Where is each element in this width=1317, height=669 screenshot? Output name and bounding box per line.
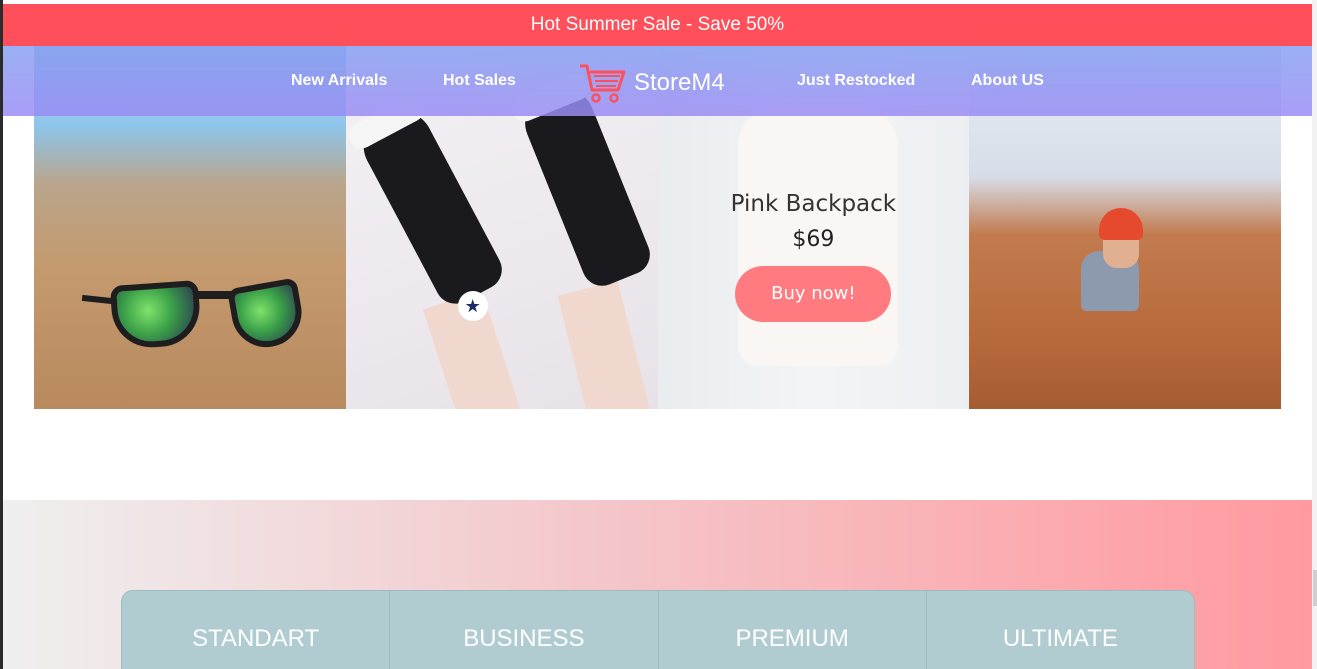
announcement-bar: Hot Summer Sale - Save 50%: [3, 4, 1312, 46]
cap-image: [1099, 208, 1144, 240]
leg-image: [557, 280, 657, 409]
product-name: Pink Backpack: [730, 191, 897, 217]
scrollbar-track[interactable]: [1312, 0, 1317, 669]
star-logo-icon: ★: [457, 291, 488, 321]
shopping-cart-icon: [580, 64, 626, 103]
product-info: Pink Backpack $69 Buy now!: [658, 191, 970, 322]
nav-new-arrivals[interactable]: New Arrivals: [291, 72, 387, 90]
sunglasses-image: [81, 271, 312, 361]
plan-premium[interactable]: PREMIUM: [659, 591, 927, 669]
main-navbar: New Arrivals Hot Sales StoreM4 Just Rest…: [3, 46, 1312, 116]
nav-just-restocked[interactable]: Just Restocked: [797, 72, 915, 90]
nav-hot-sales[interactable]: Hot Sales: [443, 72, 516, 90]
store-logo[interactable]: StoreM4: [578, 62, 725, 104]
plan-title: STANDART: [192, 625, 320, 652]
pricing-section: STANDART BUSINESS PREMIUM ULTIMATE: [3, 500, 1312, 669]
announcement-text: Hot Summer Sale - Save 50%: [530, 14, 785, 35]
plan-standart[interactable]: STANDART: [122, 591, 391, 669]
plan-title: PREMIUM: [735, 625, 849, 652]
nav-about-us[interactable]: About US: [971, 72, 1044, 90]
pricing-plans: STANDART BUSINESS PREMIUM ULTIMATE: [121, 590, 1195, 669]
plan-business[interactable]: BUSINESS: [390, 591, 659, 669]
plan-ultimate[interactable]: ULTIMATE: [927, 591, 1194, 669]
buy-now-button[interactable]: Buy now!: [735, 266, 892, 322]
plan-title: BUSINESS: [463, 625, 585, 652]
logo-text: StoreM4: [634, 69, 725, 96]
scrollbar-thumb[interactable]: [1313, 570, 1317, 606]
sneaker-image: [345, 91, 509, 311]
product-price: $69: [792, 227, 835, 252]
plan-title: ULTIMATE: [1002, 625, 1118, 652]
